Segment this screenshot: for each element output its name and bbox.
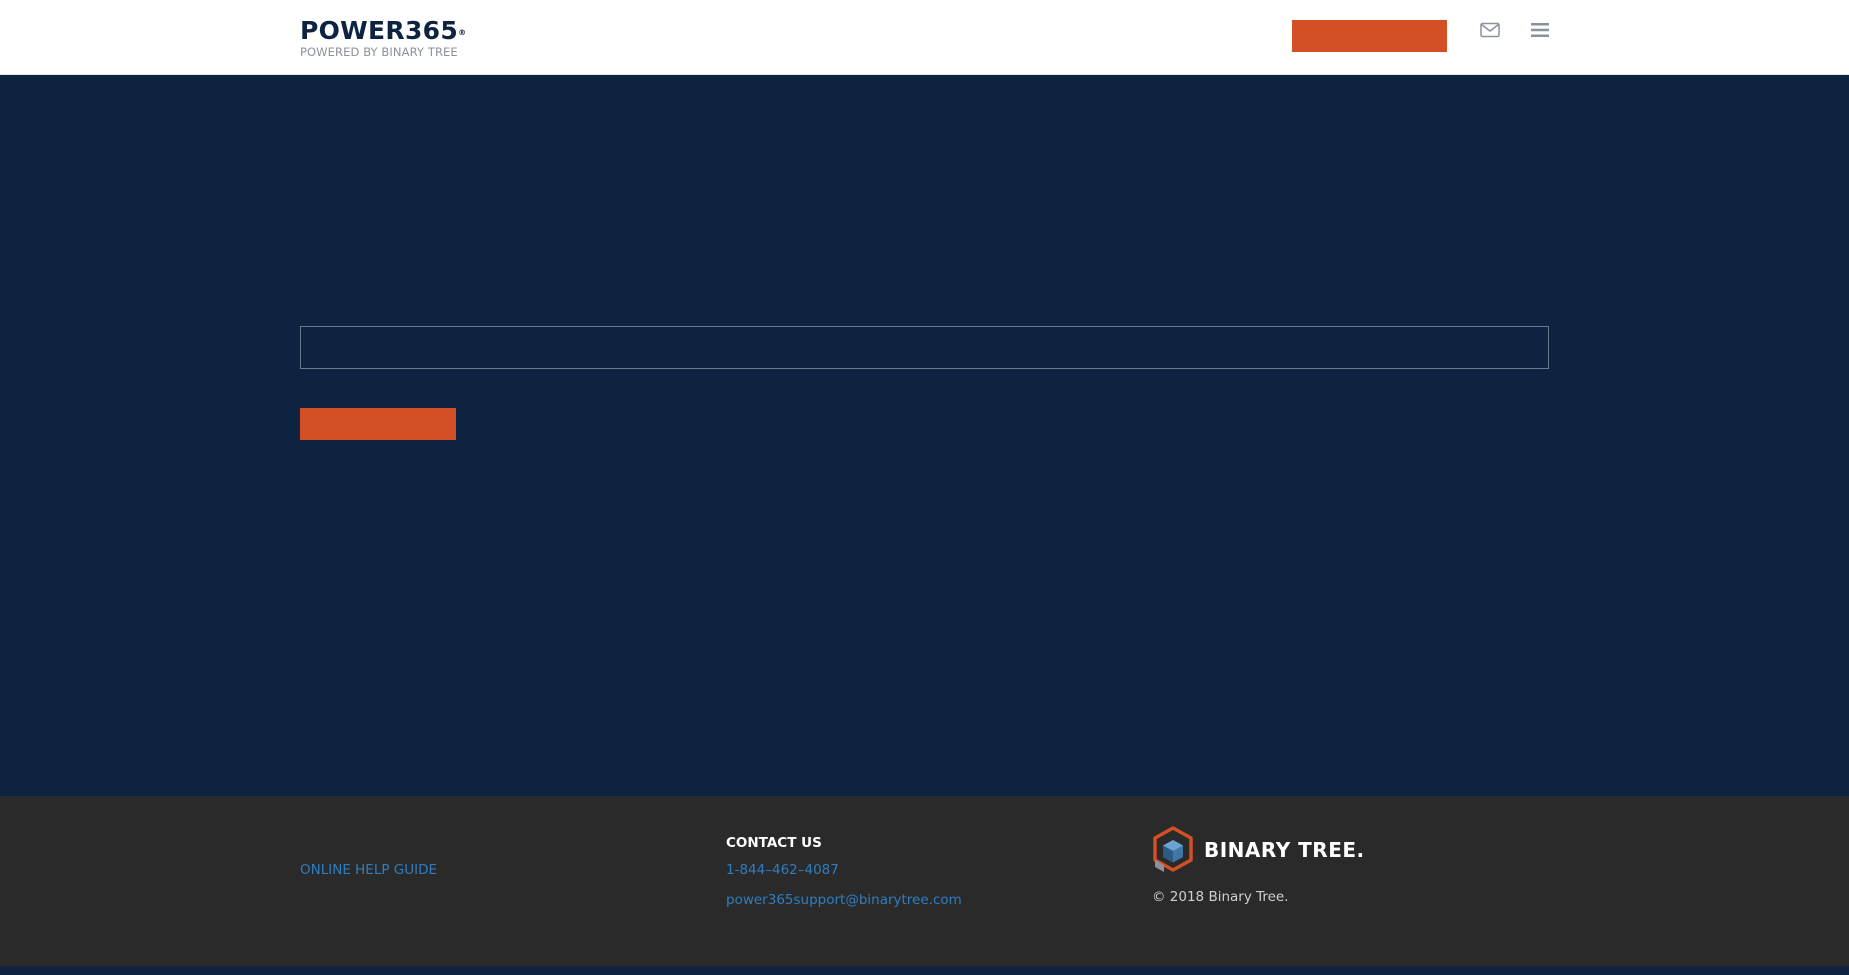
bottom-strip	[0, 966, 1849, 975]
logo-subtitle: POWERED BY BINARY TREE	[300, 45, 458, 59]
binary-tree-logo[interactable]: BINARY TREE.	[1152, 826, 1364, 874]
hamburger-menu-icon[interactable]	[1528, 20, 1552, 40]
hamburger-menu-icon-graphic	[1531, 23, 1549, 37]
copyright-text: © 2018 Binary Tree.	[1152, 889, 1289, 905]
submit-button[interactable]	[300, 408, 456, 440]
logo-registered-mark: ®	[458, 28, 467, 37]
main-text-input[interactable]	[300, 326, 1549, 369]
header-action-button[interactable]	[1292, 20, 1447, 52]
contact-phone-link[interactable]: 1-844–462–4087	[726, 862, 839, 878]
logo-title: POWER365®	[300, 18, 490, 44]
contact-us-heading: CONTACT US	[726, 835, 822, 851]
mail-icon-graphic	[1480, 22, 1500, 38]
online-help-guide-link[interactable]: ONLINE HELP GUIDE	[300, 862, 437, 878]
main-content	[0, 75, 1849, 796]
mail-icon[interactable]	[1478, 20, 1502, 40]
site-header: POWER365® POWERED BY BINARY TREE	[0, 0, 1849, 75]
power365-logo[interactable]: POWER365® POWERED BY BINARY TREE	[300, 18, 490, 60]
logo-title-text: POWER365	[300, 16, 459, 45]
site-footer: ONLINE HELP GUIDE CONTACT US 1-844–462–4…	[0, 796, 1849, 966]
contact-email-link[interactable]: power365support@binarytree.com	[726, 892, 962, 908]
binary-tree-wordmark: BINARY TREE.	[1204, 838, 1365, 862]
binary-tree-logo-mark-icon	[1153, 826, 1193, 872]
